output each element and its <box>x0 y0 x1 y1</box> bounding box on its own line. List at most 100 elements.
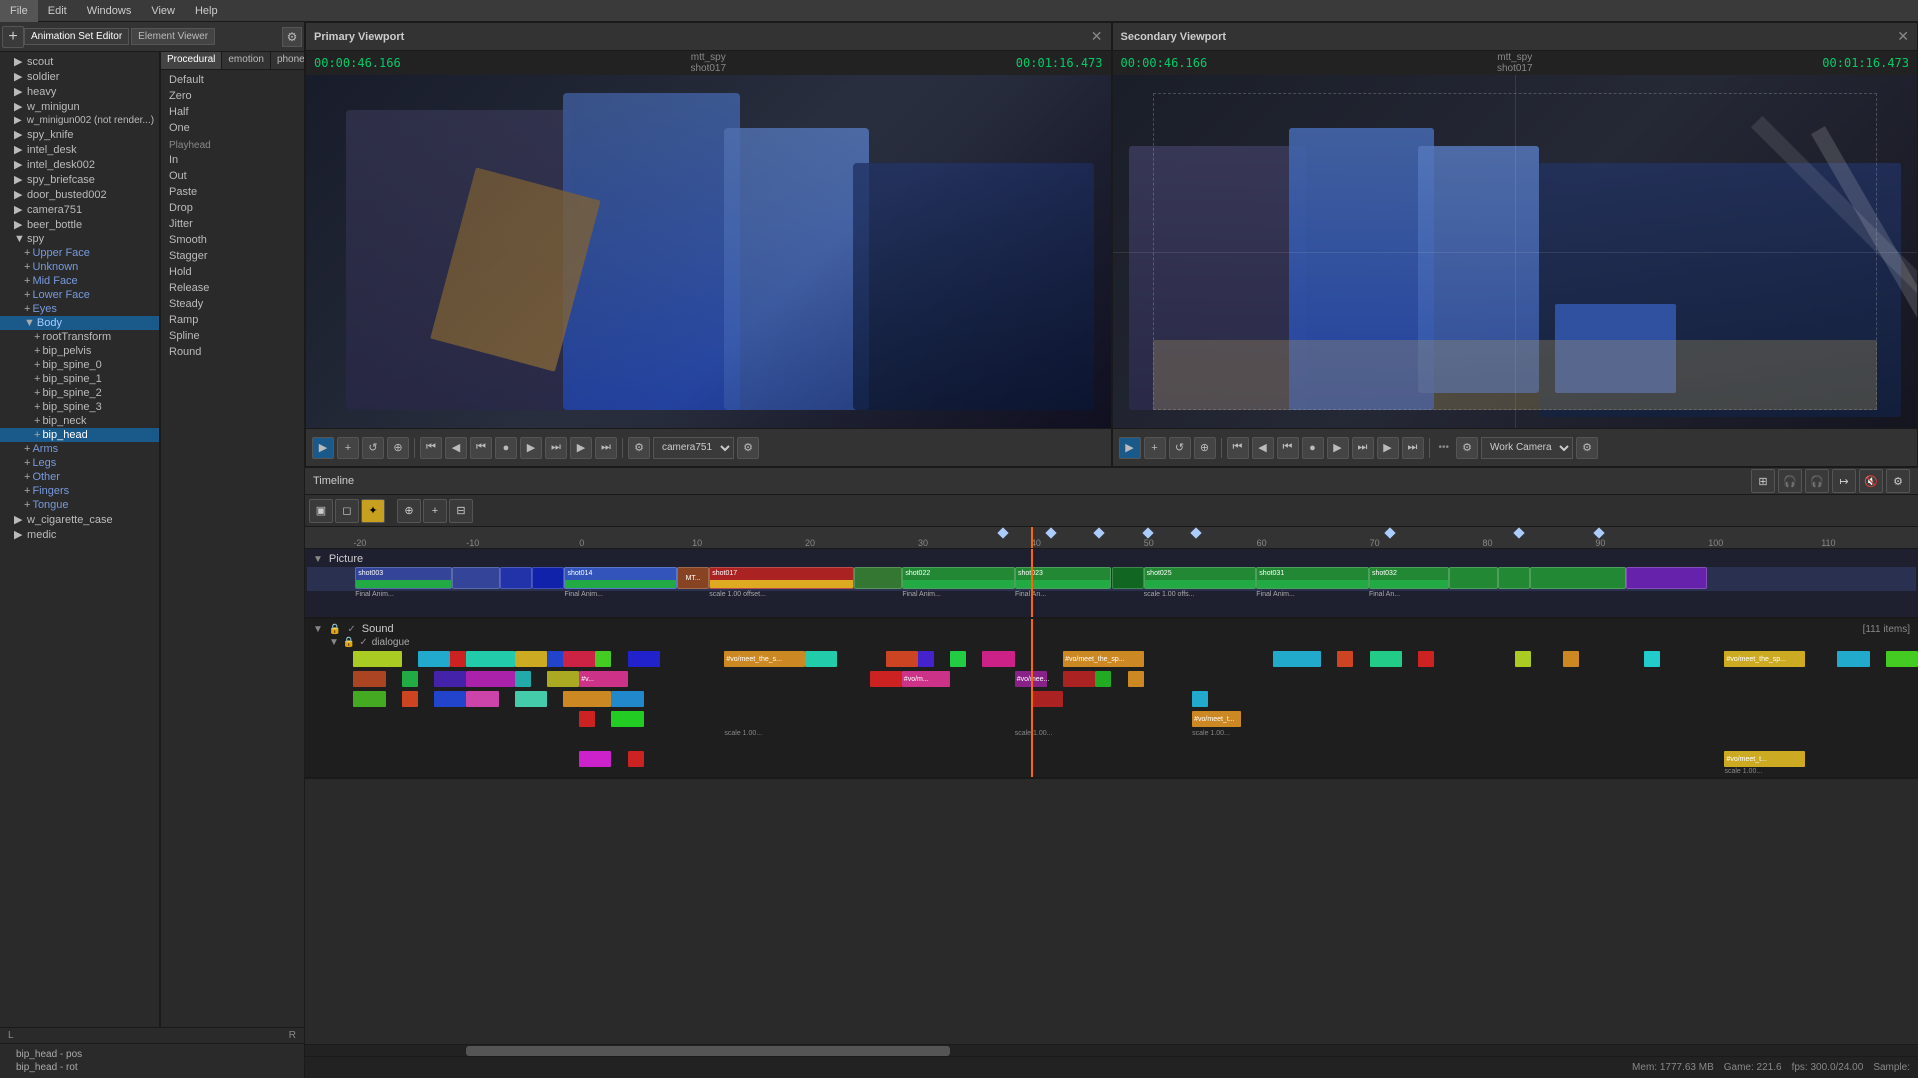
primary-cam-settings-button[interactable]: ⚙ <box>737 437 759 459</box>
tree-item-camera751[interactable]: ▶ camera751 <box>0 202 159 217</box>
tl-collapse-button[interactable]: ⊟ <box>449 499 473 523</box>
tree-item-upperface[interactable]: +Upper Face <box>0 246 159 260</box>
tree-item-eyes[interactable]: +Eyes <box>0 302 159 316</box>
tree-item-other[interactable]: +Other <box>0 470 159 484</box>
tree-item-wminigun[interactable]: ▶ w_minigun <box>0 99 159 114</box>
sc-14[interactable] <box>982 651 1014 667</box>
tree-item-soldier[interactable]: ▶ soldier <box>0 69 159 84</box>
primary-camera-select[interactable]: camera751 <box>653 437 734 459</box>
tree-item-inteldesk002[interactable]: ▶ intel_desk002 <box>0 157 159 172</box>
primary-forward-button[interactable]: ⏭ <box>595 437 617 459</box>
dialogue-visible[interactable]: ✓ <box>359 637 367 648</box>
proc-item-paste[interactable]: Paste <box>161 184 304 200</box>
sc-13[interactable] <box>950 651 966 667</box>
tab-animation-set-editor[interactable]: Animation Set Editor <box>24 28 129 45</box>
tree-item-unknown[interactable]: +Unknown <box>0 260 159 274</box>
tree-item-biphead[interactable]: +bip_head <box>0 428 159 442</box>
menu-help[interactable]: Help <box>185 0 228 22</box>
sc3-8[interactable] <box>1031 691 1063 707</box>
tree-item-lowerface[interactable]: +Lower Face <box>0 288 159 302</box>
proc-item-drop[interactable]: Drop <box>161 200 304 216</box>
clip-sh1[interactable] <box>452 567 500 589</box>
proc-item-round[interactable]: Round <box>161 344 304 360</box>
secondary-play-button[interactable]: ▶ <box>1119 437 1141 459</box>
sc-vol-2[interactable]: #vo/meet_the_sp... <box>1063 651 1144 667</box>
sc-21[interactable] <box>1644 651 1660 667</box>
clip-sh3[interactable] <box>1449 567 1497 589</box>
clip-s2[interactable] <box>1112 567 1144 589</box>
sc-5[interactable] <box>515 651 547 667</box>
tree-item-beerbottle[interactable]: ▶ beer_bottle <box>0 217 159 232</box>
tree-item-arms[interactable]: +Arms <box>0 442 159 456</box>
proc-item-hold[interactable]: Hold <box>161 264 304 280</box>
proc-tab-emotion[interactable]: emotion <box>222 52 271 69</box>
sc-1[interactable] <box>353 651 401 667</box>
secondary-record-button[interactable]: ⊕ <box>1194 437 1216 459</box>
tree-item-wminigun002[interactable]: ▶ w_minigun002 (not render...) <box>0 114 159 127</box>
sc-9[interactable] <box>628 651 660 667</box>
sc-11[interactable] <box>886 651 918 667</box>
tree-item-doorbusted[interactable]: ▶ door_busted002 <box>0 187 159 202</box>
proc-tab-phoneme[interactable]: phoneme <box>271 52 304 69</box>
tree-item-tongue[interactable]: +Tongue <box>0 498 159 512</box>
menu-file[interactable]: File <box>0 0 38 22</box>
primary-prevframe-button[interactable]: ⏮ <box>470 437 492 459</box>
dialogue-expand[interactable]: ▼ <box>329 637 339 648</box>
sc3-5[interactable] <box>515 691 547 707</box>
tl-cursor-button[interactable]: ▣ <box>309 499 333 523</box>
tree-item-bipspine3[interactable]: +bip_spine_3 <box>0 400 159 414</box>
sc6-2[interactable] <box>628 751 644 767</box>
tree-item-inteldesk[interactable]: ▶ intel_desk <box>0 142 159 157</box>
tree-item-heavy[interactable]: ▶ heavy <box>0 84 159 99</box>
proc-item-in[interactable]: In <box>161 152 304 168</box>
secondary-viewport-canvas[interactable] <box>1113 75 1918 428</box>
sc2-9[interactable] <box>1095 671 1111 687</box>
proc-item-release[interactable]: Release <box>161 280 304 296</box>
primary-settings-button[interactable]: ⚙ <box>628 437 650 459</box>
sc-19[interactable] <box>1515 651 1531 667</box>
primary-viewport-canvas[interactable] <box>306 75 1111 428</box>
track-entry-biphead-pos[interactable]: bip_head - pos <box>8 1048 296 1061</box>
primary-play-button[interactable]: ▶ <box>312 437 334 459</box>
proc-item-zero[interactable]: Zero <box>161 88 304 104</box>
proc-item-default[interactable]: Default <box>161 72 304 88</box>
sc-2[interactable] <box>418 651 450 667</box>
proc-item-steady[interactable]: Steady <box>161 296 304 312</box>
settings-button[interactable]: ⚙ <box>282 27 302 47</box>
sound-visible-icon[interactable]: ✓ <box>347 624 355 635</box>
sc-23[interactable] <box>1886 651 1918 667</box>
tree-item-medic[interactable]: ▶ medic <box>0 527 159 542</box>
clip-shot017[interactable]: shot017 <box>709 567 854 589</box>
proc-item-stagger[interactable]: Stagger <box>161 248 304 264</box>
timeline-scrollbar-thumb[interactable] <box>466 1046 950 1056</box>
tree-item-spybriefcase[interactable]: ▶ spy_briefcase <box>0 172 159 187</box>
sc-vol-3[interactable]: #vo/meet_the_sp... <box>1724 651 1805 667</box>
tree-item-roottransform[interactable]: +rootTransform <box>0 330 159 344</box>
clip-shot-last[interactable] <box>1530 567 1627 589</box>
tab-element-viewer[interactable]: Element Viewer <box>131 28 215 45</box>
tree-item-spy[interactable]: ▼ spy <box>0 232 159 246</box>
menu-view[interactable]: View <box>141 0 185 22</box>
sc3-2[interactable] <box>402 691 418 707</box>
tl-gear-button[interactable]: ⚙ <box>1886 469 1910 493</box>
sc-17[interactable] <box>1370 651 1402 667</box>
tree-item-wcigarettecase[interactable]: ▶ w_cigarette_case <box>0 512 159 527</box>
secondary-viewport-close[interactable]: ✕ <box>1897 28 1909 45</box>
tl-snap-button[interactable]: ⊞ <box>1751 469 1775 493</box>
sc2-1[interactable] <box>353 671 385 687</box>
tl-select-button[interactable]: ◻ <box>335 499 359 523</box>
secondary-playbtn2[interactable]: ▶ <box>1327 437 1349 459</box>
menu-windows[interactable]: Windows <box>77 0 142 22</box>
sc2-2[interactable] <box>402 671 418 687</box>
primary-pause-button[interactable]: ● <box>495 437 517 459</box>
sc2-10[interactable] <box>1128 671 1144 687</box>
clip-shot023[interactable]: shot023 <box>1015 567 1112 589</box>
sc-10[interactable] <box>805 651 837 667</box>
sc2-vol-3[interactable]: #vo/mee... <box>1015 671 1047 687</box>
sc-7[interactable] <box>563 651 595 667</box>
sc-18[interactable] <box>1418 651 1434 667</box>
picture-expand-icon[interactable]: ▼ <box>313 554 323 565</box>
primary-playbtn2[interactable]: ▶ <box>520 437 542 459</box>
proc-item-half[interactable]: Half <box>161 104 304 120</box>
primary-next-button[interactable]: ▶ <box>570 437 592 459</box>
